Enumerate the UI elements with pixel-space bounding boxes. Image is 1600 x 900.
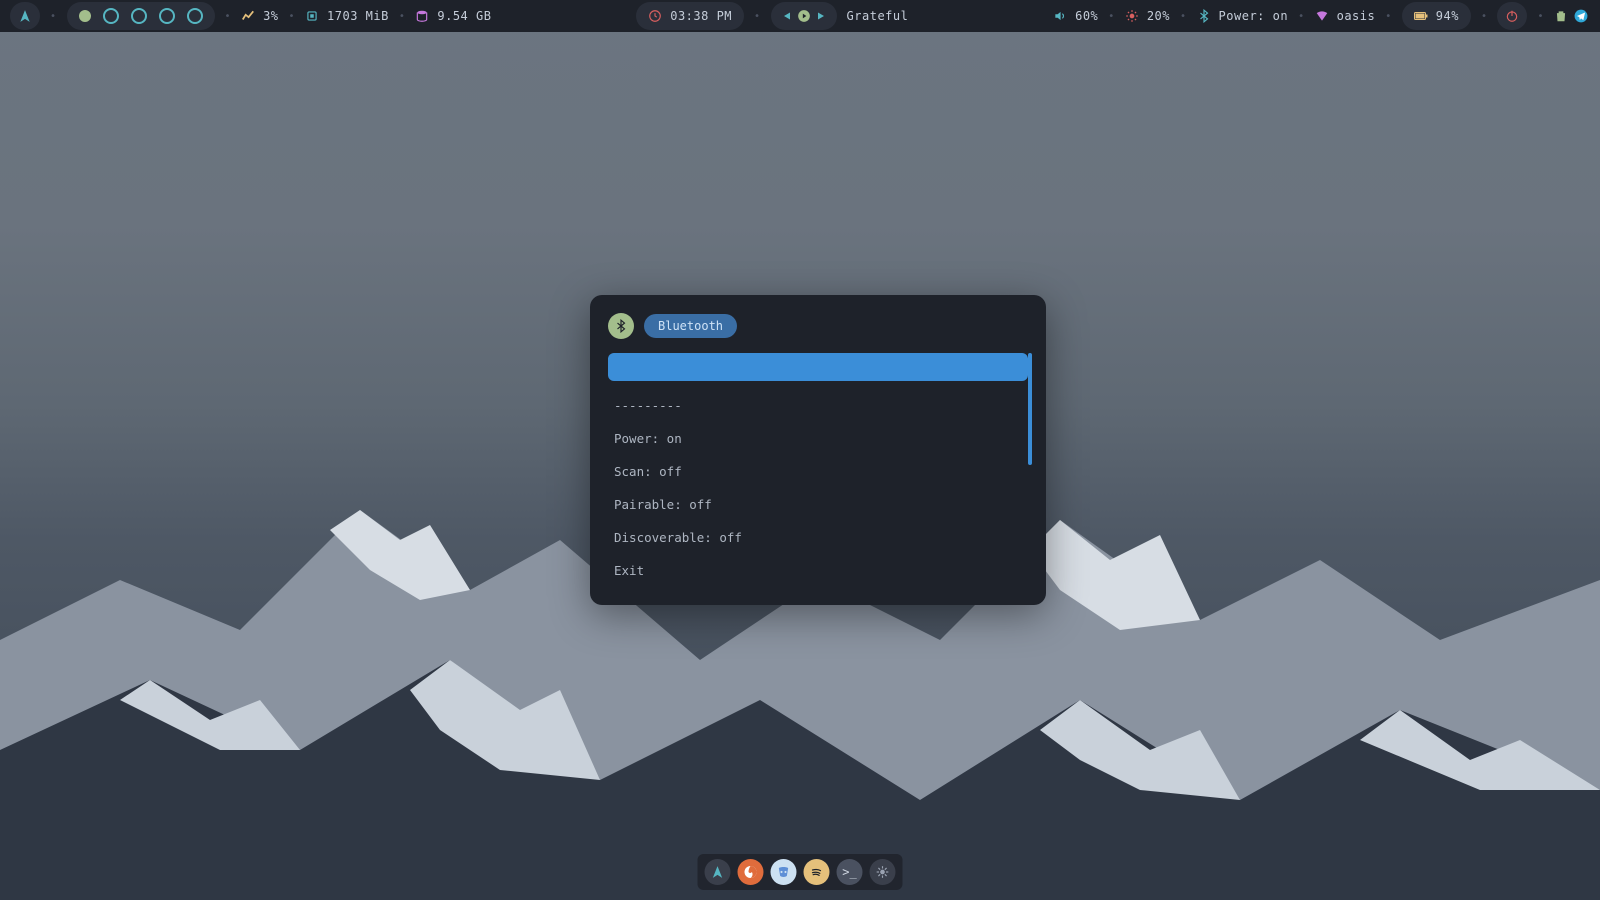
list-item[interactable]: Power: on bbox=[608, 422, 1028, 455]
workspace-5[interactable] bbox=[187, 8, 203, 24]
separator: • bbox=[289, 11, 296, 22]
memory-widget[interactable]: 1703 MiB bbox=[305, 9, 389, 23]
arch-logo-icon bbox=[18, 9, 32, 23]
volume-value: 60% bbox=[1075, 9, 1098, 23]
bluetooth-menu: Bluetooth --------- Power: on Scan: off … bbox=[590, 295, 1046, 605]
brightness-value: 20% bbox=[1147, 9, 1170, 23]
separator: • bbox=[225, 11, 232, 22]
battery-value: 94% bbox=[1436, 9, 1459, 23]
launcher-button[interactable] bbox=[10, 2, 40, 30]
dock-spotify[interactable] bbox=[804, 859, 830, 885]
power-button[interactable] bbox=[1497, 2, 1527, 30]
separator: • bbox=[1180, 11, 1187, 22]
clock-widget[interactable]: 03:38 PM bbox=[636, 2, 744, 30]
system-tray bbox=[1554, 9, 1588, 23]
workspace-2[interactable] bbox=[103, 8, 119, 24]
separator: • bbox=[754, 11, 761, 22]
disk-value: 9.54 GB bbox=[437, 9, 491, 23]
separator: • bbox=[1108, 11, 1115, 22]
separator: • bbox=[50, 11, 57, 22]
separator: • bbox=[1537, 11, 1544, 22]
separator: • bbox=[1298, 11, 1305, 22]
telegram-icon[interactable] bbox=[1574, 9, 1588, 23]
clock-icon bbox=[648, 9, 662, 23]
dock-settings[interactable] bbox=[870, 859, 896, 885]
wifi-icon bbox=[1315, 9, 1329, 23]
wifi-value: oasis bbox=[1337, 9, 1376, 23]
workspace-1[interactable] bbox=[79, 10, 91, 22]
volume-icon bbox=[1053, 9, 1067, 23]
list-item[interactable]: Exit bbox=[608, 554, 1028, 587]
disk-icon bbox=[415, 9, 429, 23]
media-prev-icon[interactable] bbox=[779, 9, 793, 23]
chip-icon bbox=[305, 9, 319, 23]
separator: • bbox=[1385, 11, 1392, 22]
cpu-value: 3% bbox=[263, 9, 278, 23]
scrollbar[interactable] bbox=[1028, 353, 1032, 465]
separator: • bbox=[399, 11, 406, 22]
volume-widget[interactable]: 60% bbox=[1053, 9, 1098, 23]
dock-discord[interactable] bbox=[771, 859, 797, 885]
dock-arch[interactable] bbox=[705, 859, 731, 885]
status-bar: • • 3% • 1703 MiB • 9.54 GB 03:38 PM bbox=[0, 0, 1600, 32]
list-item[interactable]: --------- bbox=[608, 389, 1028, 422]
battery-icon bbox=[1414, 9, 1428, 23]
list-item[interactable]: Scan: off bbox=[608, 455, 1028, 488]
memory-value: 1703 MiB bbox=[327, 9, 389, 23]
bluetooth-icon bbox=[1197, 9, 1211, 23]
bluetooth-widget[interactable]: Power: on bbox=[1197, 9, 1289, 23]
cpu-widget[interactable]: 3% bbox=[241, 9, 278, 23]
brightness-icon bbox=[1125, 9, 1139, 23]
wifi-widget[interactable]: oasis bbox=[1315, 9, 1376, 23]
chart-icon bbox=[241, 9, 255, 23]
brightness-widget[interactable]: 20% bbox=[1125, 9, 1170, 23]
power-icon bbox=[1505, 9, 1519, 23]
media-next-icon[interactable] bbox=[815, 9, 829, 23]
workspace-4[interactable] bbox=[159, 8, 175, 24]
workspace-3[interactable] bbox=[131, 8, 147, 24]
dock: >_ bbox=[698, 854, 903, 890]
disk-widget[interactable]: 9.54 GB bbox=[415, 9, 491, 23]
clock-value: 03:38 PM bbox=[670, 9, 732, 23]
trash-icon[interactable] bbox=[1554, 9, 1568, 23]
dock-terminal[interactable]: >_ bbox=[837, 859, 863, 885]
bluetooth-entries: --------- Power: on Scan: off Pairable: … bbox=[608, 389, 1028, 587]
bluetooth-menu-title: Bluetooth bbox=[644, 314, 737, 338]
media-title[interactable]: Grateful bbox=[847, 9, 909, 23]
separator: • bbox=[1481, 11, 1488, 22]
media-controls bbox=[771, 2, 837, 30]
bluetooth-badge-icon bbox=[608, 313, 634, 339]
list-item[interactable]: Discoverable: off bbox=[608, 521, 1028, 554]
dock-firefox[interactable] bbox=[738, 859, 764, 885]
media-play-icon[interactable] bbox=[797, 9, 811, 23]
workspace-switcher[interactable] bbox=[67, 2, 215, 30]
bluetooth-value: Power: on bbox=[1219, 9, 1289, 23]
battery-widget[interactable]: 94% bbox=[1402, 2, 1471, 30]
bluetooth-search-input[interactable] bbox=[608, 353, 1028, 381]
list-item[interactable]: Pairable: off bbox=[608, 488, 1028, 521]
